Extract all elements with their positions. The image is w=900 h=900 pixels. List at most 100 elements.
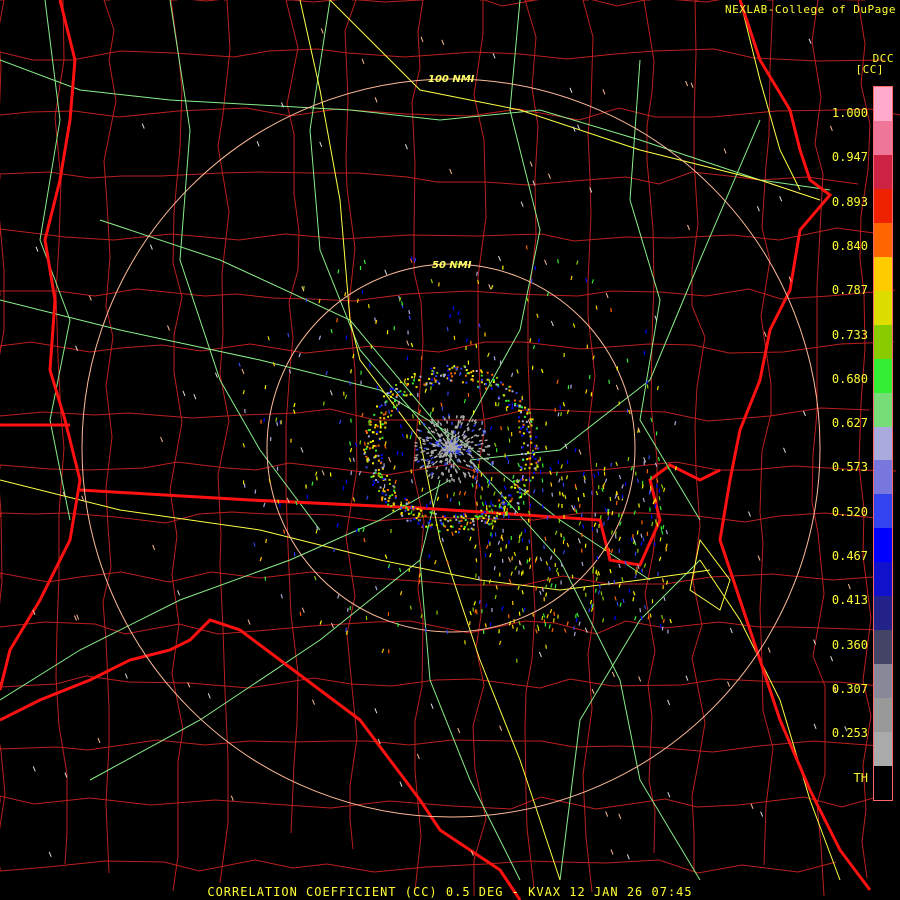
product-title: CORRELATION COEFFICIENT (CC) 0.5 DEG - K… (207, 885, 693, 899)
echo-mark (451, 366, 454, 369)
echo-mark (523, 467, 526, 470)
echo-mark (418, 579, 421, 584)
color-scale-tick-label: 0.733 (831, 327, 868, 342)
echo-mark (478, 439, 483, 442)
echo-mark (649, 613, 652, 618)
echo-mark (471, 374, 474, 377)
echo-mark (523, 415, 526, 418)
echo-mark (658, 496, 661, 501)
echo-mark (518, 430, 521, 433)
color-scale-segment (874, 562, 892, 597)
echo-mark (484, 383, 487, 386)
echo-mark (431, 378, 434, 381)
echo-mark (526, 412, 529, 415)
echo-mark (539, 456, 542, 461)
echo-mark (409, 519, 412, 522)
echo-mark (463, 527, 466, 530)
echo-mark (421, 487, 424, 492)
echo-mark (378, 437, 381, 440)
echo-mark (394, 399, 397, 402)
echo-mark (532, 612, 535, 617)
echo-mark (520, 478, 523, 481)
echo-mark (519, 405, 522, 408)
echo-mark (472, 528, 475, 531)
echo-mark (374, 455, 377, 458)
echo-mark (443, 431, 447, 435)
echo-mark (533, 453, 536, 456)
echo-mark (511, 485, 514, 488)
echo-mark (410, 479, 413, 484)
echo-mark (507, 503, 510, 506)
echo-mark (529, 564, 532, 569)
echo-mark (495, 517, 498, 520)
echo-mark (521, 452, 524, 455)
echo-mark (627, 456, 630, 462)
echo-mark (490, 522, 493, 525)
color-scale-tick-label: 0.627 (831, 416, 868, 431)
echo-mark (333, 547, 336, 553)
echo-mark (443, 462, 447, 466)
echo-mark (616, 601, 619, 606)
echo-mark (389, 390, 392, 393)
echo-mark (383, 417, 386, 420)
echo-mark (514, 402, 517, 405)
echo-mark (265, 538, 268, 544)
echo-mark (383, 395, 386, 398)
echo-mark (359, 440, 362, 445)
echo-mark (375, 432, 378, 435)
echo-mark (463, 525, 466, 528)
echo-mark (446, 327, 449, 332)
echo-mark (494, 520, 497, 523)
echo-mark (460, 515, 463, 518)
echo-mark (432, 407, 434, 412)
echo-mark (455, 367, 458, 370)
echo-mark (466, 440, 471, 444)
echo-mark (476, 271, 478, 276)
echo-mark (381, 423, 384, 426)
echo-mark (460, 415, 463, 419)
echo-mark (457, 419, 460, 424)
echo-mark (461, 381, 464, 384)
echo-mark (487, 483, 490, 488)
echo-mark (367, 442, 370, 445)
echo-mark (406, 384, 409, 387)
color-scale-segment (874, 87, 892, 122)
echo-mark (363, 452, 366, 455)
echo-mark (379, 430, 382, 433)
echo-mark (528, 431, 531, 434)
echo-mark (389, 388, 392, 391)
echo-mark (511, 407, 514, 410)
echo-mark (484, 439, 488, 442)
echo-mark (466, 452, 471, 456)
echo-mark (661, 614, 664, 620)
echo-mark (535, 427, 538, 430)
echo-mark (476, 501, 478, 506)
echo-mark (542, 587, 544, 592)
echo-mark (440, 374, 443, 377)
echo-mark (464, 518, 467, 521)
echo-mark (505, 399, 508, 402)
echo-mark (336, 318, 339, 323)
echo-mark (532, 451, 535, 454)
echo-mark (512, 480, 515, 483)
color-scale-segment (874, 120, 892, 156)
product-code: DCC [CC] (856, 53, 895, 75)
echo-mark (447, 520, 450, 523)
echo-mark (525, 245, 528, 250)
echo-mark (410, 376, 413, 379)
echo-mark (374, 426, 377, 429)
echo-mark (372, 483, 375, 486)
echo-mark (485, 457, 489, 461)
echo-mark (493, 356, 496, 361)
echo-mark (457, 422, 460, 426)
echo-mark (497, 396, 500, 399)
echo-mark (488, 510, 491, 513)
echo-mark (493, 565, 496, 571)
echo-mark (388, 478, 391, 481)
echo-mark (472, 370, 475, 373)
echo-mark (608, 379, 611, 384)
echo-mark (428, 377, 431, 380)
color-scale-segment (874, 528, 892, 563)
echo-mark (366, 460, 369, 463)
echo-mark (494, 594, 497, 600)
